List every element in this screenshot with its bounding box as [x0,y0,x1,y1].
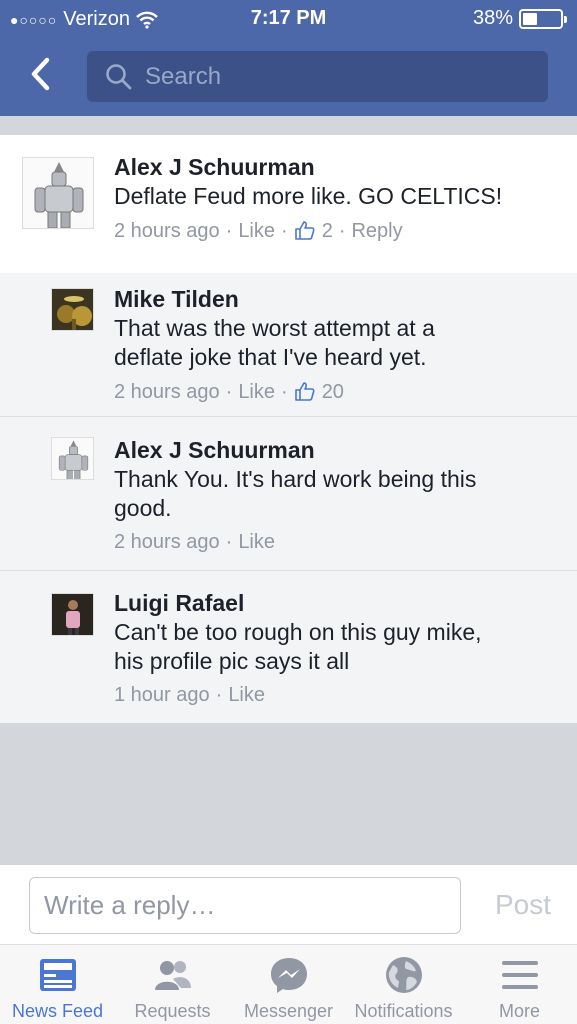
back-button[interactable] [22,54,62,94]
comment-time: 2 hours ago [114,381,220,403]
tab-requests[interactable]: Requests [115,945,230,1024]
tab-label: Requests [134,1001,211,1021]
avatar[interactable] [51,593,94,636]
tab-notifications[interactable]: Notifications [346,945,461,1024]
separator: · [281,381,288,403]
reply-item: Luigi Rafael Can't be too rough on this … [0,571,577,723]
comment-author[interactable]: Alex J Schuurman [114,154,315,181]
chevron-left-icon [31,57,50,91]
comment-text-line2: good. [114,495,172,521]
tab-label: More [498,1001,540,1021]
person-avatar-icon [52,594,93,635]
reply-input[interactable]: Write a reply… [29,877,461,934]
comment-text-line2: his profile pic says it all [114,648,350,674]
tab-more[interactable]: More [462,945,577,1024]
comment-text-line2: deflate joke that I've heard yet. [114,344,427,370]
status-bar: ●○○○○ Verizon 7:17 PM 38% [0,0,577,38]
comment-meta: 1 hour ago · Like [114,684,265,707]
like-link[interactable]: Like [238,381,275,404]
comment-author[interactable]: Luigi Rafael [114,590,244,617]
reply-item: Mike Tilden That was the worst attempt a… [0,273,577,417]
thumbs-up-icon [294,381,315,401]
comment-meta: 2 hours ago · Like [114,531,275,554]
divider [0,116,577,135]
comment-text: Deflate Feud more like. GO CELTICS! [114,183,503,209]
reply-link[interactable]: Reply [351,220,402,243]
avatar[interactable] [51,288,94,331]
comment-author[interactable]: Alex J Schuurman [114,437,315,464]
battery-group: 38% [472,7,567,30]
tab-messenger[interactable]: Messenger [231,945,346,1024]
drum-kit-avatar-icon [52,289,93,330]
separator: · [225,220,233,242]
comment-meta: 2 hours ago · Like · 20 [114,381,344,404]
like-count[interactable]: 20 [322,381,344,404]
top-bar: ●○○○○ Verizon 7:17 PM 38% Search [0,0,577,116]
battery-percent: 38% [472,7,513,29]
comment-text-line1: Can't be too rough on this guy mike, [114,619,482,645]
like-link[interactable]: Like [238,220,275,243]
battery-icon [519,8,567,29]
separator: · [338,220,346,242]
post-button[interactable]: Post [495,889,551,921]
like-count[interactable]: 2 [322,220,333,243]
globe-icon [386,957,422,993]
separator: · [225,531,233,553]
reply-composer: Write a reply… Post [0,864,577,944]
comment-time: 2 hours ago [114,220,220,242]
tab-label: Notifications [354,1001,453,1021]
like-link[interactable]: Like [228,684,265,707]
avatar[interactable] [51,437,94,480]
comment-author[interactable]: Mike Tilden [114,286,239,313]
comment-meta: 2 hours ago · Like · 2 · Reply [114,220,403,243]
tin-man-avatar-icon [23,158,93,228]
comment-text-line1: Thank You. It's hard work being this [114,466,477,492]
avatar[interactable] [22,157,94,229]
search-placeholder: Search [145,62,222,90]
search-input[interactable]: Search [87,51,548,102]
separator: · [225,381,233,403]
tab-label: News Feed [11,1001,104,1021]
tab-bar: News Feed Requests Messenger Notificatio… [0,944,577,1024]
comment-time: 2 hours ago [114,531,220,553]
comment-text-line1: That was the worst attempt at a [114,315,435,341]
separator: · [281,220,288,242]
messenger-icon [271,958,307,993]
comment-time: 1 hour ago [114,684,210,706]
tin-man-avatar-icon [52,438,93,479]
friend-requests-icon [155,961,191,990]
search-icon [106,63,132,89]
menu-icon [502,961,538,989]
news-feed-icon [40,959,76,991]
separator: · [215,684,223,706]
reply-item: Alex J Schuurman Thank You. It's hard wo… [0,417,577,571]
comment-thread: Alex J Schuurman Deflate Feud more like.… [0,135,577,723]
tab-news-feed[interactable]: News Feed [0,945,115,1024]
thumbs-up-icon [294,220,315,240]
tab-label: Messenger [243,1001,334,1021]
like-link[interactable]: Like [238,531,275,554]
comment-item: Alex J Schuurman Deflate Feud more like.… [0,135,577,273]
